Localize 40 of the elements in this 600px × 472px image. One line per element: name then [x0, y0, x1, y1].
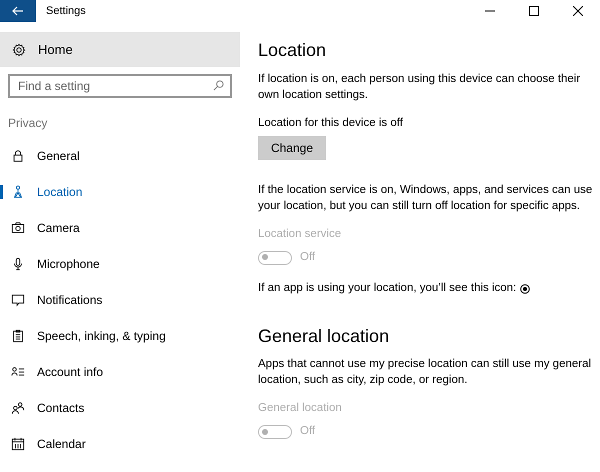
calendar-icon [11, 437, 25, 451]
search-icon [213, 80, 224, 91]
window-title: Settings [46, 4, 86, 19]
home-button[interactable]: Home [0, 32, 240, 67]
sidebar-item[interactable]: Microphone [0, 246, 240, 282]
description-text: Apps that cannot use my precise location can still use my general location, such as city, zip code, or region. [258, 357, 592, 388]
sidebar-item[interactable]: Account info [0, 354, 240, 390]
description-text: If location is on, each person using this device can choose their own location settings. [258, 72, 582, 103]
gear-icon [12, 42, 26, 56]
lock-icon [11, 149, 25, 163]
sidebar-item[interactable]: Contacts [0, 390, 240, 426]
back-button[interactable] [0, 0, 36, 22]
sidebar-item[interactable]: Calendar [0, 426, 240, 462]
maximize-icon [529, 6, 539, 16]
camera-icon [11, 221, 25, 235]
people-icon [11, 401, 25, 415]
clipboard-icon [11, 329, 25, 343]
close-icon [573, 6, 583, 16]
back-arrow-icon [12, 6, 24, 16]
section-heading: General location [258, 326, 390, 348]
sidebar-item[interactable]: Location [0, 174, 240, 210]
toggle-state: Off [300, 250, 316, 266]
sidebar-item[interactable]: Speech, inking, & typing [0, 318, 240, 354]
sidebar-item[interactable]: Camera [0, 210, 240, 246]
toggle-label: Location service [258, 226, 342, 242]
sidebar-item[interactable]: General [0, 138, 240, 174]
section-heading: Location [258, 40, 328, 62]
search-field[interactable]: Find a setting [8, 74, 232, 98]
toggle-state: Off [300, 424, 316, 440]
sidebar-item[interactable]: Notifications [0, 282, 240, 318]
microphone-icon [11, 257, 25, 271]
speech-bubble-icon [11, 293, 25, 307]
change-button[interactable]: Change [258, 136, 326, 160]
note-text: If an app is using your location, you’ll see this icon: [258, 281, 516, 296]
section-label: Privacy [8, 115, 48, 132]
description-text: If the location service is on, Windows, apps, and services can use your location, but you can still turn off location for specific apps. [258, 182, 594, 214]
location-person-icon [11, 185, 25, 199]
location-indicator-icon [520, 284, 530, 294]
toggle-label: General location [258, 401, 343, 416]
status-text: Location for this device is off [258, 116, 404, 131]
